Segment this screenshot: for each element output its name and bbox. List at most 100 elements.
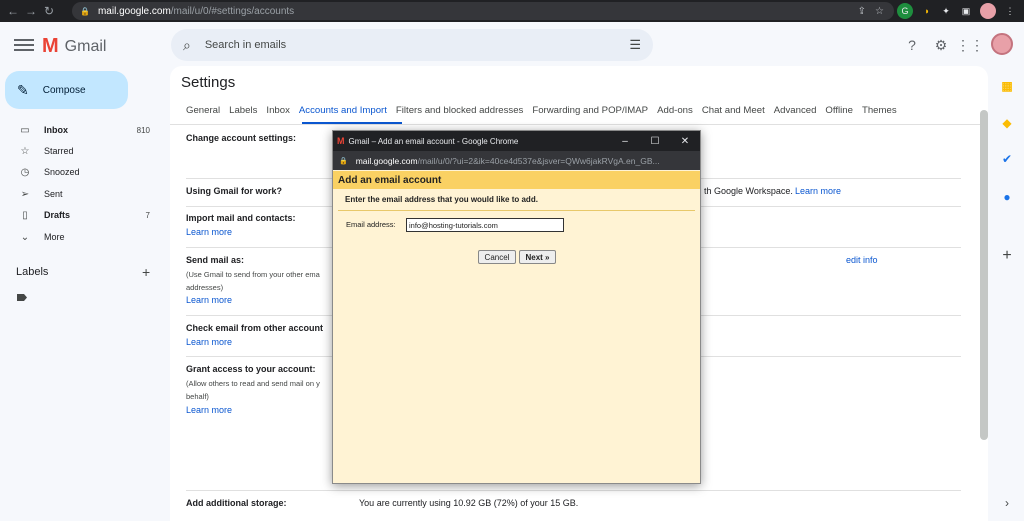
avatar[interactable]: [991, 33, 1013, 55]
nav-item-drafts[interactable]: ▯ Drafts 7: [0, 205, 160, 225]
cancel-button[interactable]: Cancel: [478, 250, 516, 264]
tab-inbox[interactable]: Inbox: [266, 105, 289, 116]
tab-add-ons[interactable]: Add-ons: [657, 105, 693, 116]
address-bar[interactable]: 🔒 mail.google.com/mail/u/0/#settings/acc…: [72, 2, 894, 20]
forward-icon[interactable]: →: [22, 0, 40, 22]
popup-window-title: Gmail – Add an email account - Google Ch…: [348, 136, 519, 146]
profile-icon[interactable]: [980, 3, 996, 19]
expand-panel-icon[interactable]: ›: [998, 494, 1016, 512]
nav-label: More: [44, 232, 65, 242]
nav-label: Drafts: [44, 210, 71, 220]
work-heading: Using Gmail for work?: [186, 186, 283, 196]
url-host: mail.google.com: [97, 5, 171, 17]
nav-item-more[interactable]: ⌄ More: [0, 227, 160, 247]
reload-icon[interactable]: ↻: [40, 0, 58, 22]
add-addon-icon[interactable]: +: [998, 247, 1016, 265]
keep-icon[interactable]: ◆: [998, 114, 1016, 132]
compose-button[interactable]: ✎ Compose: [5, 71, 128, 109]
settings-gear-icon[interactable]: ⚙: [932, 36, 950, 54]
tab-offline[interactable]: Offline: [825, 105, 853, 116]
compose-label: Compose: [42, 84, 86, 96]
learn-more-link[interactable]: Learn more: [186, 227, 232, 237]
minimize-icon[interactable]: –: [610, 131, 640, 151]
help-icon[interactable]: ?: [903, 36, 921, 54]
grant-access-description: (Allow others to read and send mail on y: [186, 379, 320, 388]
nav-count: 7: [145, 210, 150, 220]
app-name: Gmail: [64, 37, 107, 55]
add-label-icon[interactable]: +: [142, 264, 150, 280]
popup-url-path: /mail/u/0/?ui=2&ik=40ce4d537e&jsver=QWw6…: [417, 155, 660, 166]
tab-advanced[interactable]: Advanced: [774, 105, 817, 116]
edit-info-link[interactable]: edit info: [846, 255, 878, 265]
popup-divider: [338, 210, 695, 211]
grant-access-heading: Grant access to your account:: [186, 364, 316, 374]
star-icon: ☆: [20, 145, 30, 157]
search-bar[interactable]: ⌕ Search in emails ☰: [171, 29, 653, 61]
nav-item-starred[interactable]: ☆ Starred: [0, 141, 160, 161]
nav-item-snoozed[interactable]: ◷ Snoozed: [0, 162, 160, 182]
tab-chat-meet[interactable]: Chat and Meet: [702, 105, 765, 116]
share-icon[interactable]: ⇪: [858, 6, 866, 17]
gmail-m-icon: M: [42, 35, 59, 57]
nav-label: Snoozed: [44, 167, 80, 177]
tab-filters[interactable]: Filters and blocked addresses: [396, 105, 523, 116]
browser-menu-icon[interactable]: ⋮: [1002, 3, 1018, 19]
tab-general[interactable]: General: [186, 105, 220, 116]
inbox-icon: ▭: [20, 124, 30, 136]
bookmark-star-icon[interactable]: ☆: [875, 6, 884, 17]
tab-forwarding[interactable]: Forwarding and POP/IMAP: [532, 105, 648, 116]
labels-heading: Labels: [16, 266, 49, 278]
storage-heading: Add additional storage:: [186, 498, 287, 508]
url-path: /mail/u/0/#settings/accounts: [170, 5, 295, 17]
learn-more-link[interactable]: Learn more: [795, 186, 841, 196]
storage-usage: You are currently using 10.92 GB (72%) o…: [359, 498, 579, 508]
sidepanel-icon[interactable]: ▣: [958, 3, 974, 19]
learn-more-link[interactable]: Learn more: [186, 405, 232, 415]
extension-icon[interactable]: ◗: [919, 3, 935, 19]
tab-themes[interactable]: Themes: [862, 105, 897, 116]
popup-instruction: Enter the email address that you would l…: [345, 195, 538, 204]
learn-more-link[interactable]: Learn more: [186, 295, 232, 305]
grant-access-description: behalf): [186, 392, 209, 401]
gmail-logo[interactable]: M Gmail: [42, 35, 106, 58]
clock-icon: ◷: [20, 166, 30, 178]
maximize-icon[interactable]: ☐: [640, 131, 670, 151]
next-button[interactable]: Next »: [519, 250, 556, 264]
contacts-icon[interactable]: ●: [998, 188, 1016, 206]
nav-item-sent[interactable]: ➢ Sent: [0, 184, 160, 204]
popup-heading: Add an email account: [333, 171, 700, 189]
send-icon: ➢: [20, 188, 30, 200]
search-icon[interactable]: ⌕: [183, 37, 191, 54]
settings-tabs: General Labels Inbox Accounts and Import…: [186, 105, 906, 116]
search-options-icon[interactable]: ☰: [629, 37, 641, 53]
add-email-popup-window: M Gmail – Add an email account - Google …: [332, 130, 701, 484]
tasks-icon[interactable]: ✔: [998, 150, 1016, 168]
import-heading: Import mail and contacts:: [186, 213, 296, 223]
puzzle-icon[interactable]: ✦: [938, 3, 954, 19]
label-tag-icon[interactable]: [17, 294, 27, 301]
main-menu-icon[interactable]: [14, 36, 34, 52]
back-icon[interactable]: ←: [4, 0, 22, 22]
email-address-input[interactable]: [406, 218, 564, 232]
apps-grid-icon[interactable]: ⋮⋮: [956, 36, 984, 54]
change-account-heading: Change account settings:: [186, 133, 297, 143]
grammarly-extension-icon[interactable]: G: [897, 3, 913, 19]
scrollbar[interactable]: [980, 110, 988, 440]
email-address-label: Email address:: [346, 220, 396, 229]
send-as-description: addresses): [186, 283, 224, 292]
lock-icon: 🔒: [339, 157, 348, 165]
search-input[interactable]: Search in emails: [205, 39, 286, 51]
tab-labels[interactable]: Labels: [229, 105, 257, 116]
learn-more-link[interactable]: Learn more: [186, 337, 232, 347]
tab-accounts-and-import[interactable]: Accounts and Import: [299, 105, 387, 116]
popup-url-host: mail.google.com: [355, 155, 418, 166]
page-title: Settings: [181, 74, 236, 91]
close-icon[interactable]: ✕: [670, 131, 700, 151]
send-as-description: (Use Gmail to send from your other ema: [186, 270, 320, 279]
nav-label: Inbox: [44, 125, 68, 135]
gmail-icon: M: [337, 136, 345, 146]
draft-icon: ▯: [22, 209, 28, 221]
nav-label: Sent: [44, 189, 63, 199]
calendar-icon[interactable]: ▦: [998, 77, 1016, 95]
nav-item-inbox[interactable]: ▭ Inbox 810: [0, 120, 160, 140]
